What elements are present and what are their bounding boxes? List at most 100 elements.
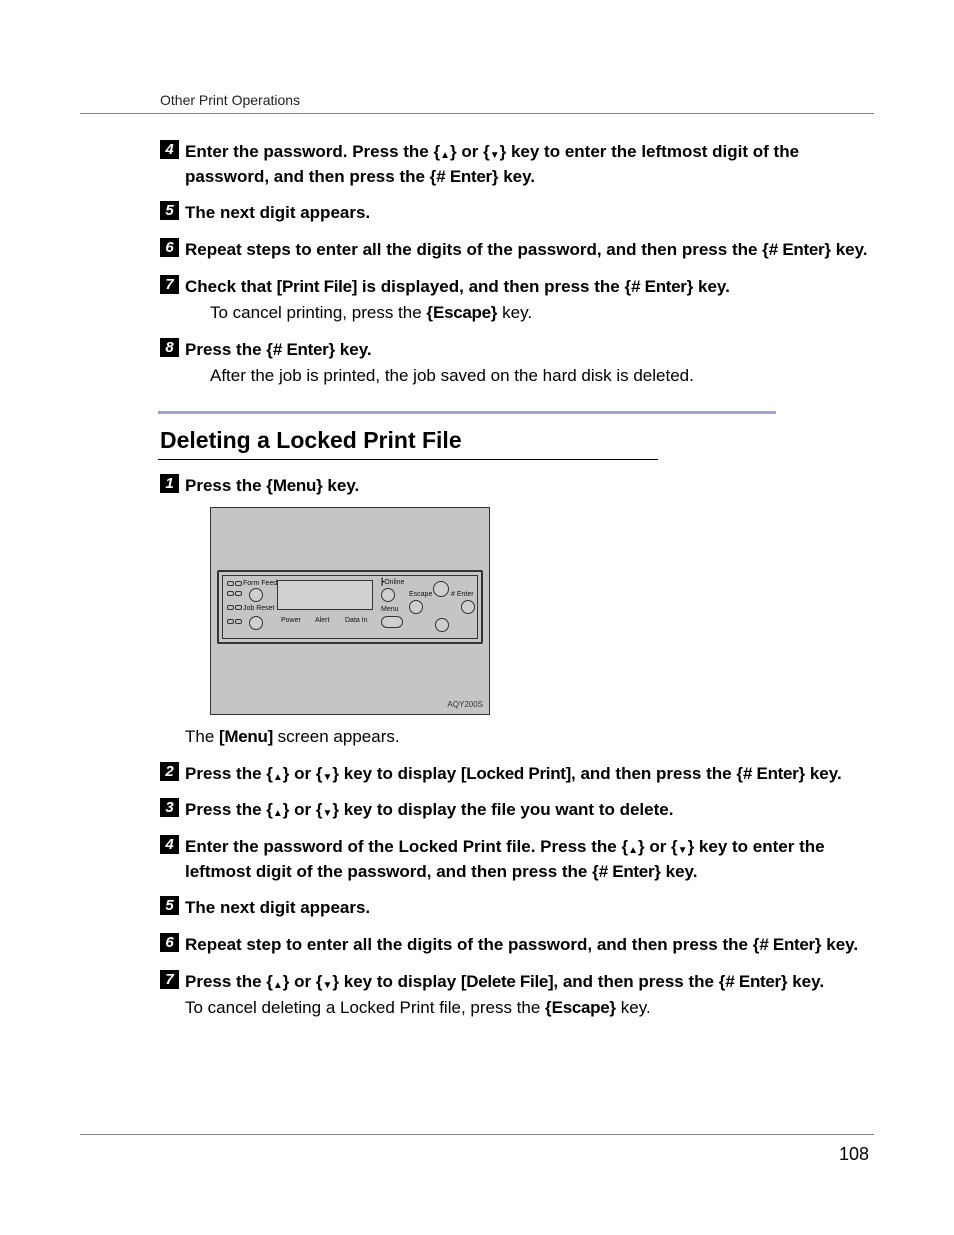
job-reset-label: Job Reset	[243, 604, 275, 614]
escape-label: Escape	[409, 590, 432, 600]
led-icon	[227, 591, 234, 596]
step-number-icon: 8	[160, 338, 179, 357]
figure-code: AQY200S	[447, 699, 483, 711]
page-number: 108	[839, 1144, 869, 1165]
delete-step-7: 7 Press the {▲} or {▼} key to display [D…	[160, 970, 874, 1021]
key-label: Escape	[433, 303, 491, 322]
enter-label: # Enter	[451, 590, 474, 600]
led-icon	[227, 619, 234, 624]
led-icon	[235, 591, 242, 596]
delete-step-6: 6 Repeat step to enter all the digits of…	[160, 933, 874, 958]
down-arrow-icon: ▼	[323, 807, 333, 822]
text: , and then press the	[553, 972, 718, 991]
delete-step-4: 4 Enter the password of the Locked Print…	[160, 835, 874, 884]
text: The next digit appears.	[185, 203, 370, 222]
menu-button	[381, 616, 403, 628]
led-icon	[235, 619, 242, 624]
up-arrow-icon: ▲	[273, 979, 283, 994]
section-divider	[158, 411, 776, 414]
text: Press the	[185, 340, 266, 359]
text: key.	[323, 476, 360, 495]
text: Enter the password of the Locked Print f…	[185, 837, 621, 856]
text: or	[645, 837, 671, 856]
step-number-icon: 2	[160, 762, 179, 781]
text: key to display	[339, 764, 461, 783]
text: Repeat steps to enter all the digits of …	[185, 240, 762, 259]
text: key.	[497, 303, 532, 322]
text: key.	[661, 862, 698, 881]
step-4: 4 Enter the password. Press the {▲} or {…	[160, 140, 874, 189]
text: Press the	[185, 800, 266, 819]
text: or	[289, 764, 315, 783]
delete-step-3: 3 Press the {▲} or {▼} key to display th…	[160, 798, 874, 823]
up-arrow-icon: ▲	[628, 844, 638, 859]
text: key.	[498, 167, 535, 186]
text: The	[185, 727, 219, 746]
alert-label: Alert	[315, 616, 329, 626]
step-number-icon: 3	[160, 798, 179, 817]
key-label: Menu	[273, 476, 316, 495]
delete-step-1: 1 Press the {Menu} key. Form Feed	[160, 474, 874, 749]
escape-button	[409, 600, 423, 614]
step-5: 5 The next digit appears.	[160, 201, 874, 226]
step-number-icon: 5	[160, 201, 179, 220]
key-label: # Enter	[631, 277, 687, 296]
led-icon	[235, 605, 242, 610]
key-label: Escape	[552, 998, 610, 1017]
text: Enter the password. Press the	[185, 142, 433, 161]
text: or	[289, 800, 315, 819]
text: screen appears.	[273, 727, 400, 746]
form-feed-label: Form Feed	[243, 579, 277, 589]
text: , and then press the	[571, 764, 736, 783]
heading-underline	[158, 459, 658, 460]
text: Press the	[185, 764, 266, 783]
text: Repeat step to enter all the digits of t…	[185, 935, 753, 954]
text: key to display the file you want to dele…	[339, 800, 673, 819]
lcd-screen	[277, 580, 373, 610]
header-rule	[80, 113, 874, 114]
online-button	[381, 588, 395, 602]
note-text: The [Menu] screen appears.	[185, 725, 874, 750]
led-icon	[235, 581, 242, 586]
up-arrow-icon: ▲	[273, 771, 283, 786]
step-number-icon: 5	[160, 896, 179, 915]
key-label: # Enter	[759, 935, 815, 954]
text: or	[457, 142, 483, 161]
job-reset-button	[249, 616, 263, 630]
key-label: # Enter	[769, 240, 825, 259]
key-label: # Enter	[273, 340, 329, 359]
text: The next digit appears.	[185, 898, 370, 917]
step-number-icon: 7	[160, 275, 179, 294]
online-label: ┣Online	[380, 578, 404, 588]
led-icon	[227, 581, 234, 586]
text: is displayed, and then press the	[357, 277, 624, 296]
step-8: 8 Press the {# Enter} key. After the job…	[160, 338, 874, 389]
step-number-icon: 7	[160, 970, 179, 989]
display-label: [Print File]	[277, 277, 357, 296]
text: key.	[788, 972, 825, 991]
document-page: Other Print Operations 4 Enter the passw…	[0, 0, 954, 1235]
step-number-icon: 6	[160, 238, 179, 257]
text: key.	[335, 340, 372, 359]
footer-rule	[80, 1134, 874, 1135]
text: Press the	[185, 972, 266, 991]
text: key.	[616, 998, 651, 1017]
key-label: # Enter	[599, 862, 655, 881]
step-7: 7 Check that [Print File] is displayed, …	[160, 275, 874, 326]
text: key.	[693, 277, 730, 296]
key-label: # Enter	[725, 972, 781, 991]
display-label: [Locked Print]	[461, 764, 571, 783]
note-text: To cancel deleting a Locked Print file, …	[185, 996, 874, 1021]
step-number-icon: 4	[160, 140, 179, 159]
note-text: To cancel printing, press the {Escape} k…	[210, 301, 874, 326]
text: key.	[831, 240, 868, 259]
up-arrow-icon: ▲	[273, 807, 283, 822]
panel-frame: Form Feed Job Reset Power Alert	[217, 570, 483, 644]
up-button	[433, 581, 449, 597]
menu-label: Menu	[381, 605, 399, 615]
text: key to display	[339, 972, 461, 991]
data-in-label: Data In	[345, 616, 368, 626]
enter-button	[461, 600, 475, 614]
text: To cancel printing, press the	[210, 303, 426, 322]
key-label: # Enter	[743, 764, 799, 783]
